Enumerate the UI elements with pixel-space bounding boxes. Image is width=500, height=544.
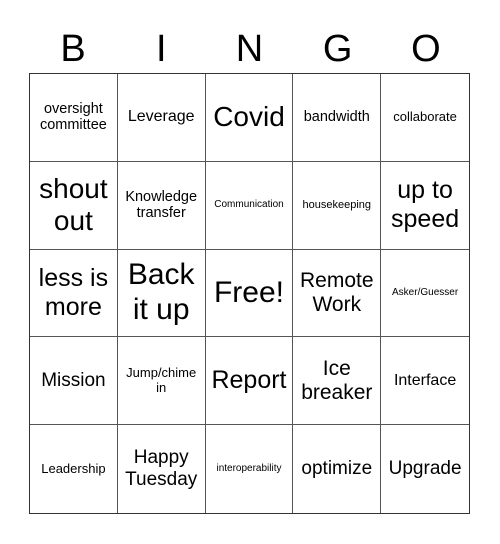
bingo-cell[interactable]: Leverage <box>117 74 206 162</box>
bingo-cell[interactable]: Communication <box>205 161 294 250</box>
bingo-cell[interactable]: collaborate <box>381 74 469 162</box>
bingo-cell[interactable]: optimize <box>293 425 382 513</box>
bingo-cell[interactable]: Upgrade <box>381 425 469 513</box>
bingo-cell[interactable]: bandwidth <box>293 74 382 162</box>
bingo-cell[interactable]: Jump/chime in <box>117 337 206 426</box>
bingo-cell[interactable]: Knowledge transfer <box>117 161 206 250</box>
free-space-cell[interactable]: Free! <box>205 249 294 338</box>
header-letter-o: O <box>411 28 441 70</box>
bingo-cell[interactable]: shout out <box>30 161 118 250</box>
bingo-cell[interactable]: Remote Work <box>293 249 382 338</box>
bingo-cell[interactable]: Mission <box>30 337 118 426</box>
bingo-cell[interactable]: housekeeping <box>293 161 382 250</box>
bingo-cell[interactable]: Ice breaker <box>293 337 382 426</box>
header-letter-b: B <box>60 28 86 70</box>
bingo-header: B I N G O <box>29 26 470 72</box>
header-letter-i: I <box>156 28 167 70</box>
bingo-cell[interactable]: Asker/Guesser <box>381 250 469 338</box>
bingo-cell[interactable]: Leadership <box>30 425 118 513</box>
bingo-cell[interactable]: Back it up <box>117 249 206 338</box>
bingo-cell[interactable]: Covid <box>205 74 294 162</box>
bingo-cell[interactable]: less is more <box>30 249 118 338</box>
bingo-cell[interactable]: oversight committee <box>30 74 118 162</box>
bingo-cell[interactable]: interoperability <box>206 425 294 513</box>
bingo-cell[interactable]: Interface <box>381 337 469 426</box>
bingo-cell[interactable]: Happy Tuesday <box>118 425 206 513</box>
header-letter-n: N <box>235 28 264 70</box>
bingo-cell[interactable]: Report <box>205 337 294 426</box>
header-letter-g: G <box>322 28 353 70</box>
bingo-grid: oversight committee Leverage Covid bandwidt… <box>29 73 470 514</box>
bingo-cell[interactable]: up to speed <box>381 162 469 250</box>
